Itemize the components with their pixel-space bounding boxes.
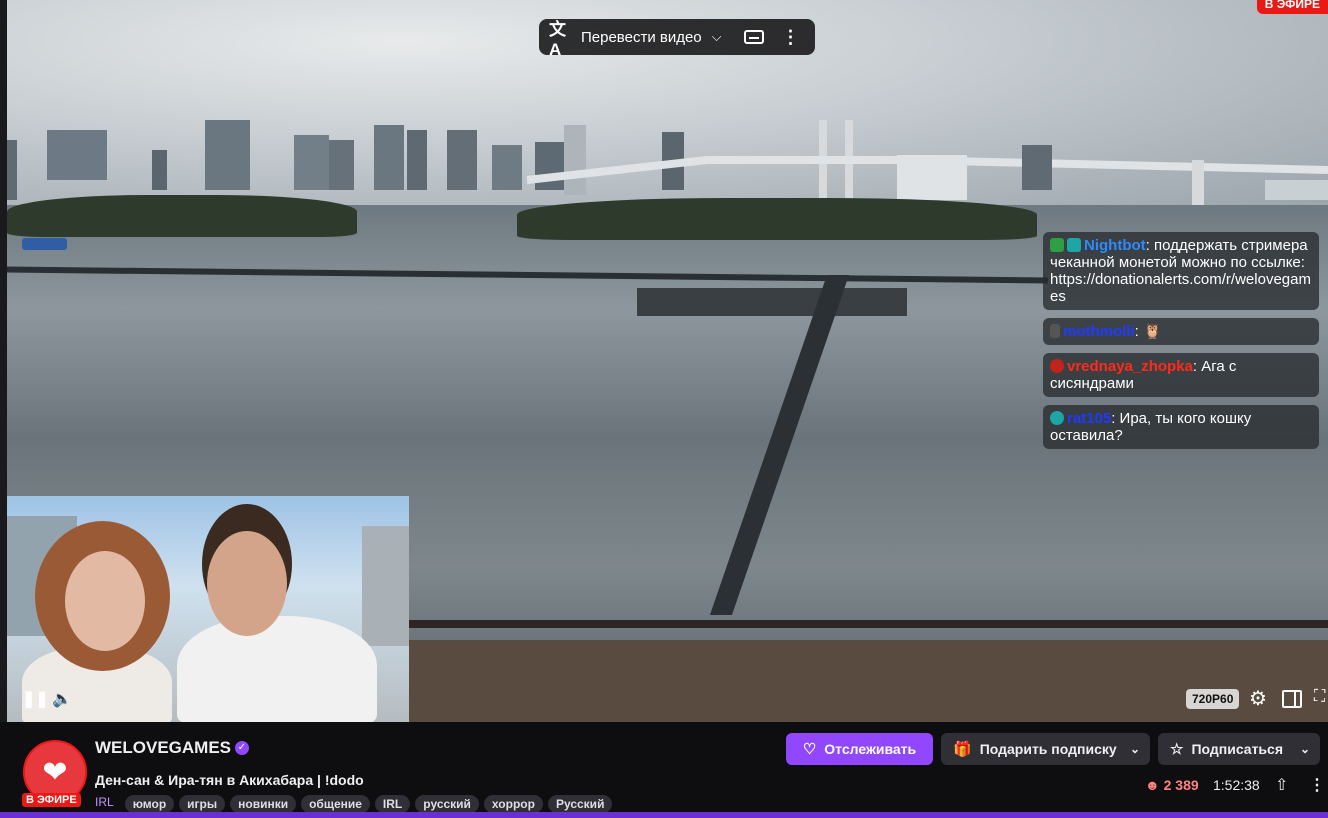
window-left-edge bbox=[0, 0, 7, 818]
bot-badge-icon bbox=[1067, 238, 1081, 252]
video-float-platform bbox=[637, 288, 907, 316]
chat-username: vrednaya_zhopka bbox=[1067, 358, 1193, 375]
user-badge-icon bbox=[1050, 359, 1064, 373]
share-icon[interactable]: ⇧ bbox=[1275, 775, 1288, 795]
viewers-icon: ☻ bbox=[1145, 777, 1160, 793]
chat-message: rat105: Ира, ты кого кошку оставила? bbox=[1043, 405, 1319, 449]
captions-icon[interactable] bbox=[743, 30, 764, 44]
chat-message: mothmolli: 🦉 bbox=[1043, 318, 1319, 345]
subscribe-label: Подписаться bbox=[1191, 741, 1283, 757]
fullscreen-icon[interactable]: ⛶ bbox=[1314, 688, 1325, 706]
gift-icon: 🎁 bbox=[953, 741, 972, 758]
chat-text: : 🦉 bbox=[1134, 323, 1162, 340]
video-island-right bbox=[517, 198, 1037, 240]
user-badge-icon bbox=[1050, 324, 1060, 338]
moderator-badge-icon bbox=[1050, 238, 1064, 252]
tag-chip[interactable]: IRL bbox=[374, 795, 411, 813]
follow-button[interactable]: ♡ Отслеживать bbox=[786, 733, 933, 765]
more-vertical-icon[interactable]: ⋮ bbox=[782, 27, 800, 48]
video-deck bbox=[407, 640, 1328, 722]
theatre-mode-icon[interactable] bbox=[1282, 690, 1302, 708]
video-railing bbox=[407, 620, 1328, 628]
quality-badge: 720P60 bbox=[1186, 689, 1240, 709]
tag-chip[interactable]: игры bbox=[179, 795, 226, 813]
stream-title: Ден-сан & Ира-тян в Акихабара | !dodo bbox=[95, 772, 364, 788]
chevron-down-icon: ⌄ bbox=[1299, 742, 1310, 756]
chat-message: vrednaya_zhopka: Ага с сисяндрами bbox=[1043, 353, 1319, 397]
viewer-count: ☻ 2 389 bbox=[1145, 777, 1199, 793]
chat-username: Nightbot bbox=[1084, 237, 1146, 254]
category-link[interactable]: IRL bbox=[95, 795, 114, 813]
viewer-count-value: 2 389 bbox=[1163, 777, 1199, 793]
tag-chip[interactable]: Русский bbox=[547, 795, 613, 813]
facecam-face-right bbox=[207, 531, 287, 636]
chevron-down-icon[interactable]: ⌵ bbox=[712, 29, 722, 45]
translate-icon: 文A bbox=[549, 19, 566, 59]
chat-message: Nightbot: поддержать стримера чеканной м… bbox=[1043, 232, 1319, 310]
tag-chip[interactable]: юмор bbox=[124, 795, 175, 813]
settings-icon[interactable]: ⚙ bbox=[1249, 686, 1267, 711]
tag-chip[interactable]: хоррор bbox=[483, 795, 543, 813]
chevron-down-icon: ⌄ bbox=[1129, 742, 1140, 756]
follow-label: Отслеживать bbox=[824, 741, 917, 757]
translate-video-bar[interactable]: 文A Перевести видео ⌵ ⋮ bbox=[539, 19, 815, 59]
more-vertical-icon[interactable]: ⋮ bbox=[1309, 775, 1325, 795]
verified-icon: ✓ bbox=[235, 741, 249, 755]
bottom-accent-strip bbox=[0, 812, 1328, 818]
video-boat bbox=[22, 238, 67, 250]
heart-icon: ♡ bbox=[802, 741, 817, 758]
subscribe-button[interactable]: ☆ Подписаться ⌄ bbox=[1158, 733, 1320, 765]
stream-uptime: 1:52:38 bbox=[1213, 777, 1260, 793]
tag-chip[interactable]: общение bbox=[301, 795, 370, 813]
facecam-building bbox=[362, 526, 409, 646]
facecam-person-right bbox=[177, 616, 377, 722]
star-icon: ☆ bbox=[1170, 741, 1184, 758]
channel-name[interactable]: WELOVEGAMES bbox=[95, 738, 231, 758]
tag-chip[interactable]: русский bbox=[415, 795, 479, 813]
tag-list: IRL юмор игры новинки общение IRL русски… bbox=[95, 795, 613, 813]
video-island-left bbox=[7, 195, 357, 237]
pause-icon[interactable]: ❚❚ bbox=[22, 689, 49, 709]
gift-label: Подарить подписку bbox=[979, 741, 1117, 757]
chat-overlay: Nightbot: поддержать стримера чеканной м… bbox=[1043, 232, 1319, 457]
volume-icon[interactable]: 🔈 bbox=[52, 689, 72, 709]
user-badge-icon bbox=[1050, 411, 1064, 425]
tag-chip[interactable]: новинки bbox=[230, 795, 297, 813]
translate-label: Перевести видео bbox=[581, 28, 702, 46]
live-badge-top: В ЭФИРЕ bbox=[1256, 0, 1328, 14]
avatar-live-badge: В ЭФИРЕ bbox=[22, 793, 81, 807]
chat-username: rat105 bbox=[1067, 410, 1112, 427]
gift-sub-button[interactable]: 🎁 Подарить подписку ⌄ bbox=[941, 733, 1150, 765]
facecam-face-left bbox=[65, 551, 145, 651]
chat-username: mothmolli bbox=[1063, 323, 1135, 340]
